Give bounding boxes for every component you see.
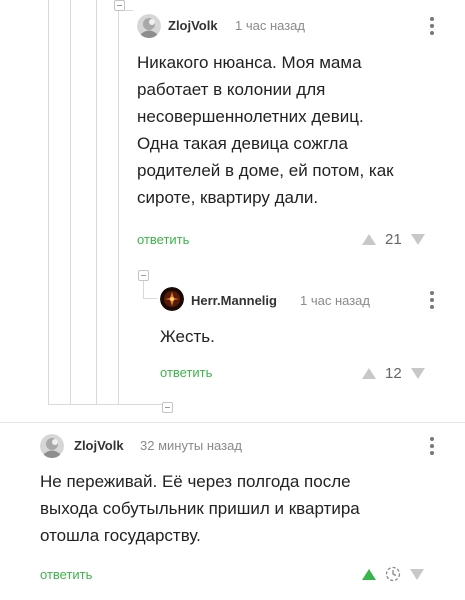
upvote-icon[interactable]	[362, 368, 376, 379]
avatar[interactable]	[160, 287, 184, 311]
upvote-icon[interactable]	[362, 568, 376, 580]
comment-time: 1 час назад	[300, 293, 370, 308]
rating-value: 12	[385, 365, 402, 382]
thread-line	[118, 0, 119, 404]
reply-button[interactable]: ответить	[137, 232, 189, 247]
more-options-icon[interactable]	[430, 17, 434, 38]
thread-line	[143, 288, 144, 298]
comment-text: Никакого нюанса. Моя мама работает в кол…	[137, 53, 394, 207]
thread-line	[48, 0, 49, 404]
thread-line	[96, 0, 97, 404]
username[interactable]: Herr.Mannelig	[191, 293, 277, 308]
avatar[interactable]	[137, 14, 161, 38]
collapse-thread-button[interactable]	[162, 402, 173, 413]
username[interactable]: ZlojVolk	[74, 438, 124, 453]
rating-control: 12	[362, 365, 425, 382]
collapse-thread-button[interactable]	[114, 0, 125, 11]
thread-line	[143, 298, 157, 299]
username[interactable]: ZlojVolk	[168, 18, 218, 33]
downvote-icon[interactable]	[410, 234, 425, 245]
reply-button[interactable]: ответить	[40, 567, 92, 582]
avatar[interactable]	[40, 434, 64, 458]
rating-control	[362, 566, 424, 582]
reply-button[interactable]: ответить	[160, 365, 212, 380]
comment-time: 1 час назад	[235, 18, 305, 33]
thread-line	[70, 0, 71, 404]
thread-line	[48, 404, 168, 405]
comment-time: 32 минуты назад	[140, 438, 242, 453]
more-options-icon[interactable]	[430, 437, 434, 458]
collapse-thread-button[interactable]	[138, 270, 149, 281]
rating-value: 21	[385, 231, 402, 248]
downvote-icon[interactable]	[410, 368, 425, 379]
comment-text: Жесть.	[160, 327, 215, 346]
comment-text: Не переживай. Её через полгода после вых…	[40, 472, 360, 545]
divider	[0, 422, 465, 423]
more-options-icon[interactable]	[430, 291, 434, 312]
upvote-icon[interactable]	[362, 234, 376, 245]
rating-control: 21	[362, 231, 425, 248]
downvote-icon[interactable]	[410, 568, 424, 580]
clock-icon	[385, 566, 401, 582]
